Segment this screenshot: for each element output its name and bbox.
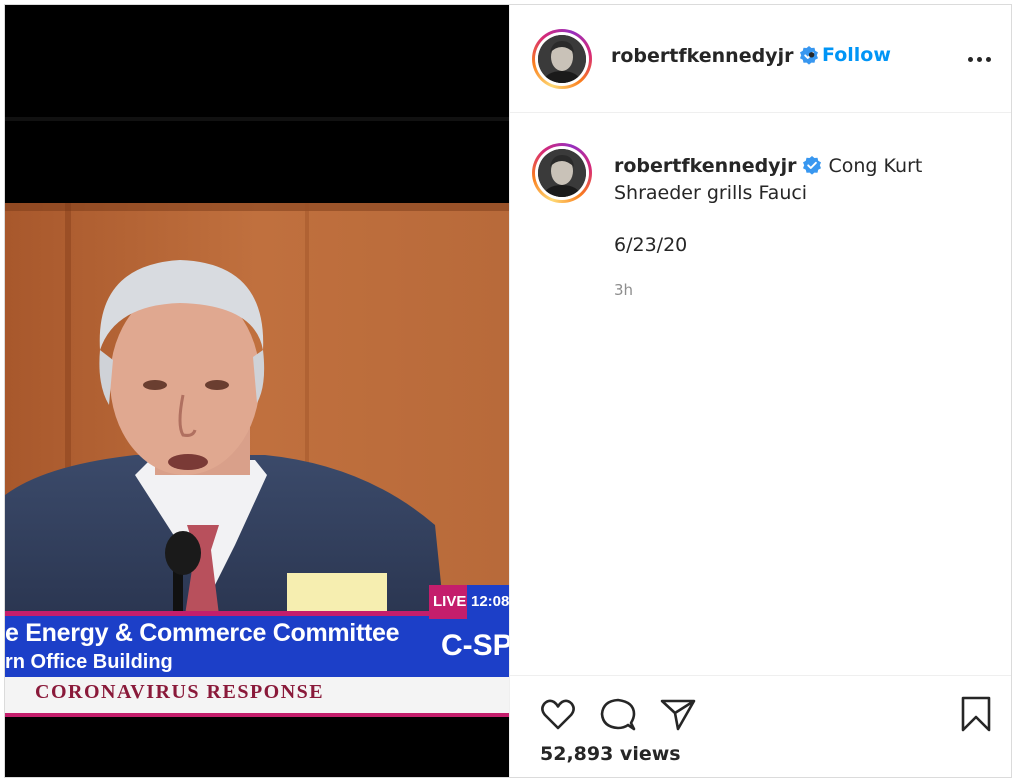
header-username[interactable]: robertfkennedyjr bbox=[611, 45, 793, 67]
view-count[interactable]: 52,893 views bbox=[540, 743, 681, 765]
comment-icon[interactable] bbox=[598, 694, 638, 734]
caption-date: 6/23/20 bbox=[614, 234, 688, 256]
network-logo: C-SP bbox=[441, 629, 509, 662]
post-time-ago[interactable]: 3h bbox=[614, 281, 633, 299]
chyron-band: CORONAVIRUS RESPONSE bbox=[35, 681, 325, 703]
more-horizontal-icon[interactable] bbox=[968, 49, 994, 69]
caption-verified-badge-icon bbox=[803, 156, 822, 175]
post-side-panel: robertfkennedyjr • Follow robertfkennedy… bbox=[509, 5, 1011, 777]
avatar[interactable] bbox=[532, 29, 592, 89]
video-player[interactable]: e Energy & Commerce Committee rn Office … bbox=[5, 5, 509, 777]
chyron-title: e Energy & Commerce Committee bbox=[5, 619, 400, 647]
separator-dot: • bbox=[806, 45, 818, 67]
post-frame: e Energy & Commerce Committee rn Office … bbox=[4, 4, 1012, 778]
caption: robertfkennedyjr Cong Kurt Shraeder gril… bbox=[614, 153, 994, 207]
follow-button[interactable]: Follow bbox=[822, 44, 891, 66]
live-time: 12:08 bbox=[471, 593, 509, 610]
share-icon[interactable] bbox=[658, 694, 698, 734]
header-username-row: robertfkennedyjr bbox=[611, 45, 819, 67]
caption-avatar-photo bbox=[538, 149, 586, 197]
live-badge: LIVE bbox=[433, 593, 467, 610]
caption-username[interactable]: robertfkennedyjr bbox=[614, 155, 796, 177]
caption-avatar[interactable] bbox=[532, 143, 592, 203]
post-header: robertfkennedyjr • Follow bbox=[510, 5, 1011, 113]
chyron-subtitle: rn Office Building bbox=[5, 651, 173, 673]
bookmark-icon[interactable] bbox=[956, 694, 996, 734]
avatar-photo bbox=[538, 35, 586, 83]
heart-icon[interactable] bbox=[538, 694, 578, 734]
